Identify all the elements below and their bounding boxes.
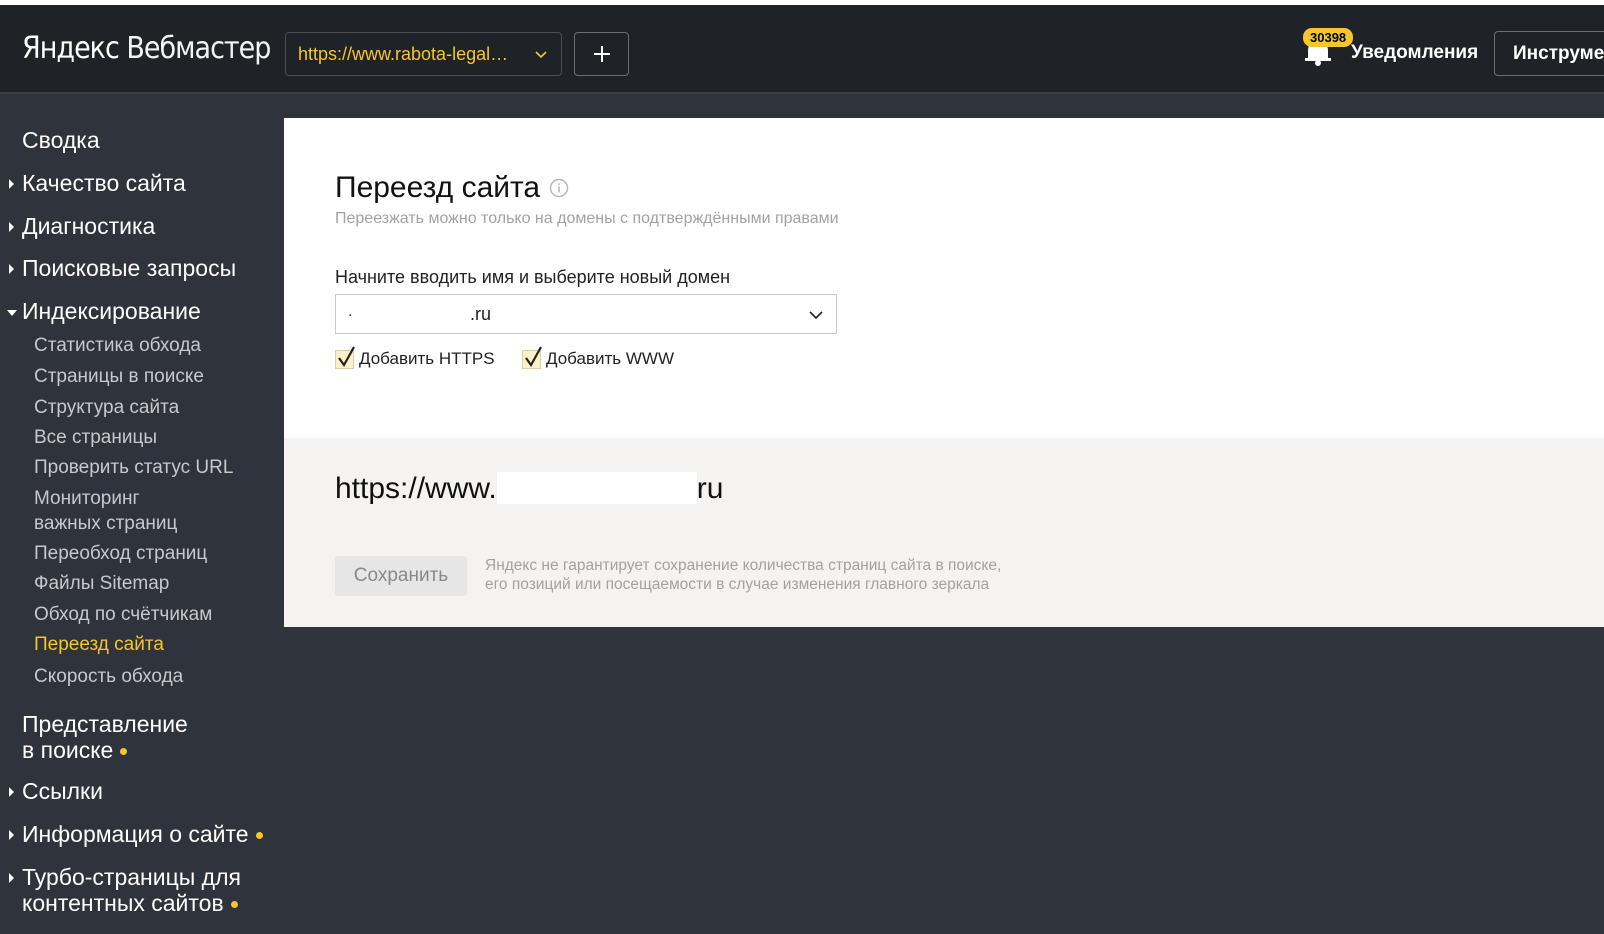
result-url: https://www. ru <box>335 472 723 506</box>
disclaimer-line: Яндекс не гарантирует сохранение количес… <box>485 557 1002 574</box>
sidebar-item-label: Качество сайта <box>22 170 186 196</box>
save-button[interactable]: Сохранить <box>335 556 467 596</box>
sidebar-item-label: Информация о сайте <box>22 821 249 847</box>
sidebar-subitem-check-url[interactable]: Проверить статус URL <box>34 455 233 480</box>
result-url-prefix: https://www. <box>335 472 497 505</box>
sidebar-item-label: Диагностика <box>22 213 156 239</box>
sidebar-subitem-site-move[interactable]: Переезд сайта <box>34 632 164 657</box>
sidebar-subitem-sitemap[interactable]: Файлы Sitemap <box>34 571 169 596</box>
new-dot-indicator <box>230 901 238 909</box>
sidebar-subitem-site-structure[interactable]: Структура сайта <box>34 395 179 420</box>
result-url-suffix: ru <box>696 472 724 505</box>
notifications-link[interactable]: Уведомления <box>1351 42 1478 64</box>
sidebar-item-search-queries[interactable]: Поисковые запросы <box>9 255 237 281</box>
sidebar-subitem-counter-crawl[interactable]: Обход по счётчикам <box>34 602 212 627</box>
sidebar-item-label: Ссылки <box>22 778 103 804</box>
sidebar-item-indexing[interactable]: Индексирование <box>7 298 201 324</box>
domain-prefix: . <box>348 303 353 320</box>
caret-right-icon <box>9 830 14 840</box>
sidebar-item-label: Индексирование <box>22 298 201 324</box>
new-dot-indicator <box>255 832 263 840</box>
sidebar-subitem-recrawl[interactable]: Переобход страниц <box>34 541 207 566</box>
sidebar-item-site-info[interactable]: Информация о сайте <box>9 821 263 847</box>
sidebar-item-site-quality[interactable]: Качество сайта <box>9 170 186 196</box>
result-panel: https://www. ru Сохранить Яндекс не гаран… <box>284 438 1604 627</box>
site-selector-url: https://www.rabota-legal… <box>298 43 509 64</box>
checkmark-icon <box>338 345 355 367</box>
redacted-mask <box>496 472 697 504</box>
sidebar-item-summary[interactable]: Сводка <box>22 127 100 153</box>
notifications-count-badge: 30398 <box>1303 28 1354 47</box>
logo-part2: Вебмастер <box>126 31 271 66</box>
sidebar-item-search-appearance[interactable]: Представление в поиске <box>22 711 188 763</box>
checkbox-label: Добавить WWW <box>546 349 674 368</box>
info-icon[interactable] <box>549 178 569 198</box>
sidebar-subitem-monitoring[interactable]: Мониторинг важных страниц <box>34 486 177 536</box>
disclaimer-text: Яндекс не гарантирует сохранение количес… <box>485 556 1045 594</box>
site-selector[interactable]: https://www.rabota-legal… <box>285 32 562 76</box>
logo-part1: Яндекс <box>22 31 120 66</box>
sidebar-subitem-label: важных страниц <box>34 513 178 534</box>
chevron-down-icon <box>809 311 823 320</box>
caret-right-icon <box>9 787 14 797</box>
top-header: Яндекс Вебмастер https://www.rabota-lega… <box>0 5 1604 92</box>
page-subtitle: Переезжать можно только на домены с подт… <box>335 210 839 227</box>
sidebar-item-turbo-pages[interactable]: Турбо-страницы для контентных сайтов <box>9 864 241 916</box>
sidebar-subitem-crawl-stats[interactable]: Статистика обхода <box>34 333 201 358</box>
sidebar-subitem-label: Мониторинг <box>34 488 140 509</box>
add-www-checkbox[interactable]: Добавить WWW <box>522 345 674 369</box>
caret-right-icon <box>9 873 14 883</box>
new-dot-indicator <box>120 748 128 756</box>
caret-down-icon <box>7 310 17 316</box>
checkbox-label: Добавить HTTPS <box>359 349 495 368</box>
site-move-card: Переезд сайта Переезжать можно только на… <box>284 118 1604 627</box>
sidebar-subitem-crawl-speed[interactable]: Скорость обхода <box>34 664 183 689</box>
sidebar-item-label: Сводка <box>22 127 100 153</box>
caret-right-icon <box>9 179 14 189</box>
yandex-webmaster-logo[interactable]: Яндекс Вебмастер <box>22 31 271 66</box>
tools-button[interactable]: Инструмен <box>1494 31 1604 76</box>
add-https-checkbox[interactable]: Добавить HTTPS <box>335 345 495 369</box>
disclaimer-line: его позиций или посещаемости в случае из… <box>485 576 990 593</box>
sidebar-item-label: Представление <box>22 711 188 737</box>
sidebar-item-label: контентных сайтов <box>22 890 224 916</box>
checkmark-icon <box>525 345 542 367</box>
new-domain-select[interactable]: . .ru <box>335 294 837 334</box>
sidebar-subitem-pages-in-search[interactable]: Страницы в поиске <box>34 364 204 389</box>
checkbox-box <box>335 345 355 369</box>
chevron-down-icon <box>535 51 547 59</box>
tools-label: Инструмен <box>1513 43 1604 64</box>
sidebar-item-label: Турбо-страницы для <box>22 864 241 890</box>
caret-right-icon <box>9 222 14 232</box>
sidebar-item-label: Поисковые запросы <box>22 255 237 281</box>
page-title: Переезд сайта <box>335 171 541 204</box>
sidebar-item-label: в поиске <box>22 737 114 763</box>
sidebar-subitem-all-pages[interactable]: Все страницы <box>34 425 157 450</box>
domain-value: .ru <box>470 304 492 324</box>
plus-icon <box>593 46 610 62</box>
add-site-button[interactable] <box>574 32 629 76</box>
sidebar-item-diagnostics[interactable]: Диагностика <box>9 213 156 239</box>
sidebar-item-links[interactable]: Ссылки <box>9 778 103 804</box>
domain-field-label: Начните вводить имя и выберите новый дом… <box>335 267 731 287</box>
sidebar: Сводка Качество сайта Диагностика Поиско… <box>0 94 284 934</box>
checkbox-box <box>522 345 542 369</box>
caret-right-icon <box>9 264 14 274</box>
